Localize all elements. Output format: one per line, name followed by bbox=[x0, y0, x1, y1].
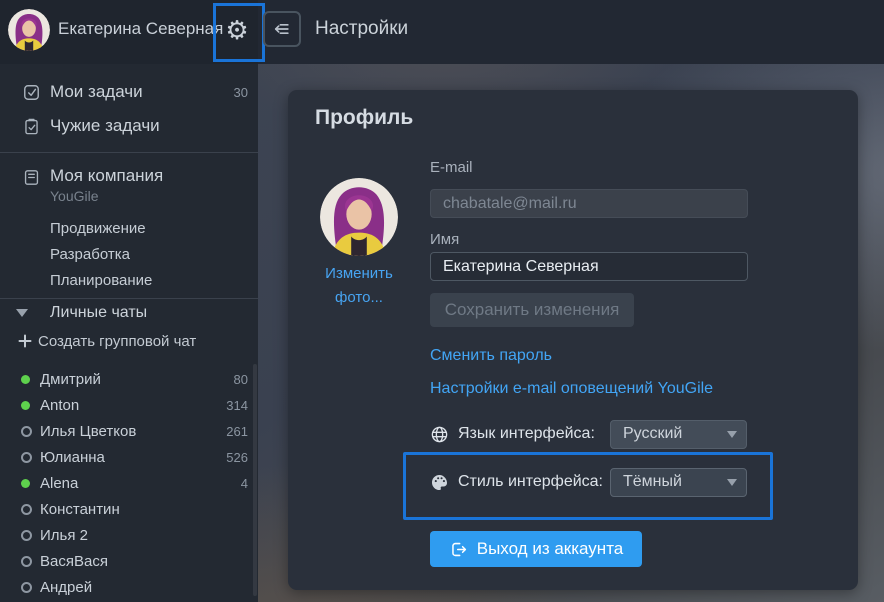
email-notifications-link[interactable]: Настройки e-mail оповещений YouGile bbox=[430, 380, 713, 398]
app-window: Екатерина Северная ⚙ Настройки Мои задач… bbox=[0, 0, 884, 602]
online-status-icon bbox=[21, 479, 30, 488]
collapse-sidebar-button[interactable] bbox=[263, 11, 301, 47]
save-changes-button[interactable]: Сохранить изменения bbox=[430, 293, 634, 327]
chevron-down-icon[interactable] bbox=[16, 309, 28, 317]
settings-gear-icon[interactable]: ⚙ bbox=[216, 6, 258, 54]
change-password-link[interactable]: Сменить пароль bbox=[430, 347, 552, 365]
sidebar-item-my-tasks[interactable]: Мои задачи 30 bbox=[0, 79, 258, 105]
collapse-arrow-icon bbox=[272, 19, 292, 39]
style-row: Стиль интерфейса: Тёмный bbox=[430, 467, 748, 497]
unread-count: 80 bbox=[234, 372, 248, 387]
offline-status-icon bbox=[21, 582, 32, 593]
email-field[interactable] bbox=[430, 189, 748, 218]
user-avatar[interactable] bbox=[8, 9, 50, 51]
company-subtitle: YouGile bbox=[50, 188, 99, 204]
page-title: Настройки bbox=[315, 0, 408, 58]
name-field[interactable] bbox=[430, 252, 748, 281]
company-name: Моя компания bbox=[50, 166, 163, 186]
sidebar-item-label: Чужие задачи bbox=[50, 116, 160, 136]
unread-count: 314 bbox=[226, 398, 248, 413]
create-group-chat-button[interactable]: Создать групповой чат bbox=[0, 328, 258, 354]
sidebar-item-others-tasks[interactable]: Чужие задачи bbox=[0, 113, 258, 139]
globe-icon bbox=[430, 424, 450, 444]
plus-icon bbox=[18, 334, 32, 348]
settings-content-area: Профиль Изменить фото... E-mail bbox=[258, 64, 884, 602]
chat-item[interactable]: Alena 4 bbox=[0, 470, 258, 496]
profile-card: Профиль Изменить фото... E-mail bbox=[288, 90, 858, 590]
clipboard-check-icon bbox=[21, 116, 41, 136]
divider bbox=[0, 298, 258, 299]
online-status-icon bbox=[21, 375, 30, 384]
language-label: Язык интерфейса: bbox=[458, 425, 595, 443]
chat-item[interactable]: Илья 2 bbox=[0, 522, 258, 548]
profile-fields: E-mail Имя Сохранить изменения Сменить п… bbox=[430, 90, 748, 590]
sidebar-section-personal-chats[interactable]: Личные чаты bbox=[0, 300, 258, 326]
language-dropdown[interactable]: Русский bbox=[610, 420, 747, 449]
logout-icon bbox=[449, 540, 468, 559]
email-label: E-mail bbox=[430, 159, 473, 176]
chat-item[interactable]: Anton 314 bbox=[0, 392, 258, 418]
logout-label: Выход из аккаунта bbox=[477, 539, 624, 559]
sidebar-item-label: Мои задачи bbox=[50, 82, 143, 102]
sidebar-item-project[interactable]: Разработка bbox=[0, 241, 258, 267]
top-bar: Екатерина Северная ⚙ Настройки bbox=[0, 0, 884, 64]
chat-item[interactable]: Илья Цветков 261 bbox=[0, 418, 258, 444]
profile-card-title: Профиль bbox=[315, 106, 413, 130]
offline-status-icon bbox=[21, 452, 32, 463]
style-dropdown[interactable]: Тёмный bbox=[610, 468, 747, 497]
offline-status-icon bbox=[21, 426, 32, 437]
sidebar-item-company[interactable]: Моя компания YouGile bbox=[0, 164, 258, 208]
language-row: Язык интерфейса: Русский bbox=[430, 419, 748, 449]
unread-count: 30 bbox=[234, 85, 248, 100]
user-name: Екатерина Северная bbox=[58, 0, 223, 58]
online-status-icon bbox=[21, 401, 30, 410]
palette-icon bbox=[430, 472, 450, 492]
style-label: Стиль интерфейса: bbox=[458, 473, 603, 491]
chat-item[interactable]: Дмитрий 80 bbox=[0, 366, 258, 392]
chat-item[interactable]: Юлианна 526 bbox=[0, 444, 258, 470]
unread-count: 261 bbox=[226, 424, 248, 439]
offline-status-icon bbox=[21, 530, 32, 541]
offline-status-icon bbox=[21, 504, 32, 515]
offline-status-icon bbox=[21, 556, 32, 567]
sidebar: Мои задачи 30 Чужие задачи Моя компания … bbox=[0, 64, 258, 602]
name-label: Имя bbox=[430, 231, 459, 248]
chat-item[interactable]: Константин bbox=[0, 496, 258, 522]
notebook-icon bbox=[21, 167, 41, 187]
chat-item[interactable]: Андрей bbox=[0, 574, 258, 600]
change-photo-link[interactable]: Изменить фото... bbox=[314, 262, 404, 310]
profile-avatar[interactable] bbox=[320, 178, 398, 256]
divider bbox=[0, 152, 258, 153]
chevron-down-icon bbox=[727, 479, 737, 486]
sidebar-item-project[interactable]: Продвижение bbox=[0, 215, 258, 241]
style-value: Тёмный bbox=[623, 473, 682, 491]
logout-button[interactable]: Выход из аккаунта bbox=[430, 531, 642, 567]
unread-count: 4 bbox=[241, 476, 248, 491]
sidebar-scrollbar[interactable] bbox=[253, 364, 257, 596]
language-value: Русский bbox=[623, 425, 682, 443]
task-check-icon bbox=[21, 82, 41, 102]
sidebar-item-project[interactable]: Планирование bbox=[0, 267, 258, 293]
chevron-down-icon bbox=[727, 431, 737, 438]
chat-item[interactable]: ВасяВася bbox=[0, 548, 258, 574]
unread-count: 526 bbox=[226, 450, 248, 465]
